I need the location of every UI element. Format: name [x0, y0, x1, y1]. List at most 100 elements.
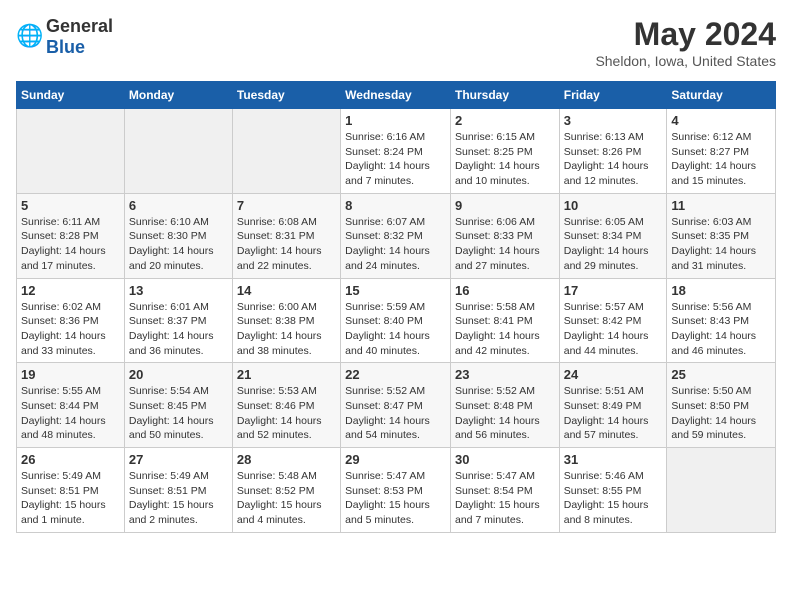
day-number: 7: [237, 198, 336, 213]
location-subtitle: Sheldon, Iowa, United States: [595, 53, 776, 69]
calendar-cell: 11 Sunrise: 6:03 AM Sunset: 8:35 PM Dayli…: [667, 193, 776, 278]
day-of-week-header: Wednesday: [341, 82, 451, 109]
day-number: 6: [129, 198, 228, 213]
day-number: 29: [345, 452, 446, 467]
calendar-cell: 16Sunrise: 5:58 AM Sunset: 8:41 PM Dayli…: [450, 278, 559, 363]
day-number: 8: [345, 198, 446, 213]
logo: 🌐 General Blue: [16, 16, 113, 58]
day-of-week-header: Sunday: [17, 82, 125, 109]
day-info: Sunrise: 5:50 AM Sunset: 8:50 PM Dayligh…: [671, 384, 771, 443]
day-info: Sunrise: 6:12 AM Sunset: 8:27 PM Dayligh…: [671, 130, 771, 189]
calendar-cell: 6 Sunrise: 6:10 AM Sunset: 8:30 PM Daylig…: [124, 193, 232, 278]
logo-blue: Blue: [46, 37, 85, 57]
calendar-week-row: 5Sunrise: 6:11 AM Sunset: 8:28 PM Daylig…: [17, 193, 776, 278]
day-info: Sunrise: 5:52 AM Sunset: 8:48 PM Dayligh…: [455, 384, 555, 443]
day-number: 10: [564, 198, 663, 213]
day-info: Sunrise: 6:00 AM Sunset: 8:38 PM Dayligh…: [237, 300, 336, 359]
calendar-week-row: 26 Sunrise: 5:49 AM Sunset: 8:51 PM Dayli…: [17, 448, 776, 533]
calendar-cell: 14 Sunrise: 6:00 AM Sunset: 8:38 PM Dayli…: [232, 278, 340, 363]
day-info: Sunrise: 6:08 AM Sunset: 8:31 PM Dayligh…: [237, 215, 336, 274]
calendar-cell: [667, 448, 776, 533]
day-info: Sunrise: 5:57 AM Sunset: 8:42 PM Dayligh…: [564, 300, 663, 359]
calendar-week-row: 19 Sunrise: 5:55 AM Sunset: 8:44 PM Dayli…: [17, 363, 776, 448]
day-number: 15: [345, 283, 446, 298]
calendar-cell: 15 Sunrise: 5:59 AM Sunset: 8:40 PM Dayli…: [341, 278, 451, 363]
day-info: Sunrise: 6:01 AM Sunset: 8:37 PM Dayligh…: [129, 300, 228, 359]
day-number: 9: [455, 198, 555, 213]
calendar-cell: 17 Sunrise: 5:57 AM Sunset: 8:42 PM Dayli…: [559, 278, 667, 363]
day-number: 14: [237, 283, 336, 298]
day-info: Sunrise: 5:55 AM Sunset: 8:44 PM Dayligh…: [21, 384, 120, 443]
calendar-cell: [124, 109, 232, 194]
day-info: Sunrise: 5:48 AM Sunset: 8:52 PM Dayligh…: [237, 469, 336, 528]
day-number: 22: [345, 367, 446, 382]
calendar-cell: 20 Sunrise: 5:54 AM Sunset: 8:45 PM Dayli…: [124, 363, 232, 448]
calendar-cell: 8Sunrise: 6:07 AM Sunset: 8:32 PM Daylig…: [341, 193, 451, 278]
day-number: 27: [129, 452, 228, 467]
calendar-cell: 23 Sunrise: 5:52 AM Sunset: 8:48 PM Dayli…: [450, 363, 559, 448]
day-info: Sunrise: 6:10 AM Sunset: 8:30 PM Dayligh…: [129, 215, 228, 274]
day-number: 2: [455, 113, 555, 128]
day-number: 25: [671, 367, 771, 382]
day-number: 11: [671, 198, 771, 213]
calendar-cell: 3 Sunrise: 6:13 AM Sunset: 8:26 PM Daylig…: [559, 109, 667, 194]
day-number: 24: [564, 367, 663, 382]
calendar-cell: 24Sunrise: 5:51 AM Sunset: 8:49 PM Dayli…: [559, 363, 667, 448]
day-of-week-header: Thursday: [450, 82, 559, 109]
day-info: Sunrise: 6:15 AM Sunset: 8:25 PM Dayligh…: [455, 130, 555, 189]
day-info: Sunrise: 5:46 AM Sunset: 8:55 PM Dayligh…: [564, 469, 663, 528]
day-info: Sunrise: 6:05 AM Sunset: 8:34 PM Dayligh…: [564, 215, 663, 274]
day-number: 17: [564, 283, 663, 298]
page-header: 🌐 General Blue May 2024 Sheldon, Iowa, U…: [16, 16, 776, 69]
day-info: Sunrise: 5:59 AM Sunset: 8:40 PM Dayligh…: [345, 300, 446, 359]
calendar-cell: 18Sunrise: 5:56 AM Sunset: 8:43 PM Dayli…: [667, 278, 776, 363]
calendar-cell: 10 Sunrise: 6:05 AM Sunset: 8:34 PM Dayli…: [559, 193, 667, 278]
calendar-cell: 9Sunrise: 6:06 AM Sunset: 8:33 PM Daylig…: [450, 193, 559, 278]
day-number: 30: [455, 452, 555, 467]
day-info: Sunrise: 5:47 AM Sunset: 8:54 PM Dayligh…: [455, 469, 555, 528]
calendar-cell: 2 Sunrise: 6:15 AM Sunset: 8:25 PM Daylig…: [450, 109, 559, 194]
calendar-cell: 5Sunrise: 6:11 AM Sunset: 8:28 PM Daylig…: [17, 193, 125, 278]
day-number: 23: [455, 367, 555, 382]
day-number: 16: [455, 283, 555, 298]
calendar-cell: 28 Sunrise: 5:48 AM Sunset: 8:52 PM Dayli…: [232, 448, 340, 533]
calendar-cell: 7 Sunrise: 6:08 AM Sunset: 8:31 PM Daylig…: [232, 193, 340, 278]
day-number: 21: [237, 367, 336, 382]
calendar-cell: 25 Sunrise: 5:50 AM Sunset: 8:50 PM Dayli…: [667, 363, 776, 448]
day-info: Sunrise: 6:02 AM Sunset: 8:36 PM Dayligh…: [21, 300, 120, 359]
day-of-week-header: Tuesday: [232, 82, 340, 109]
calendar-cell: 21Sunrise: 5:53 AM Sunset: 8:46 PM Dayli…: [232, 363, 340, 448]
day-number: 1: [345, 113, 446, 128]
calendar-week-row: 12Sunrise: 6:02 AM Sunset: 8:36 PM Dayli…: [17, 278, 776, 363]
calendar-cell: 31Sunrise: 5:46 AM Sunset: 8:55 PM Dayli…: [559, 448, 667, 533]
day-info: Sunrise: 5:49 AM Sunset: 8:51 PM Dayligh…: [21, 469, 120, 528]
day-info: Sunrise: 6:13 AM Sunset: 8:26 PM Dayligh…: [564, 130, 663, 189]
day-info: Sunrise: 6:16 AM Sunset: 8:24 PM Dayligh…: [345, 130, 446, 189]
day-number: 5: [21, 198, 120, 213]
calendar-cell: 27 Sunrise: 5:49 AM Sunset: 8:51 PM Dayli…: [124, 448, 232, 533]
day-number: 28: [237, 452, 336, 467]
day-number: 20: [129, 367, 228, 382]
svg-text:🌐: 🌐: [16, 23, 43, 48]
calendar-table: SundayMondayTuesdayWednesdayThursdayFrid…: [16, 81, 776, 533]
title-block: May 2024 Sheldon, Iowa, United States: [595, 16, 776, 69]
day-info: Sunrise: 5:49 AM Sunset: 8:51 PM Dayligh…: [129, 469, 228, 528]
day-info: Sunrise: 5:47 AM Sunset: 8:53 PM Dayligh…: [345, 469, 446, 528]
day-number: 26: [21, 452, 120, 467]
day-of-week-header: Saturday: [667, 82, 776, 109]
calendar-week-row: 1 Sunrise: 6:16 AM Sunset: 8:24 PM Daylig…: [17, 109, 776, 194]
day-info: Sunrise: 6:03 AM Sunset: 8:35 PM Dayligh…: [671, 215, 771, 274]
calendar-cell: 13 Sunrise: 6:01 AM Sunset: 8:37 PM Dayli…: [124, 278, 232, 363]
logo-icon: 🌐: [16, 23, 44, 51]
day-number: 3: [564, 113, 663, 128]
day-info: Sunrise: 5:54 AM Sunset: 8:45 PM Dayligh…: [129, 384, 228, 443]
calendar-cell: 12Sunrise: 6:02 AM Sunset: 8:36 PM Dayli…: [17, 278, 125, 363]
day-of-week-header: Monday: [124, 82, 232, 109]
logo-general: General: [46, 16, 113, 36]
day-of-week-header: Friday: [559, 82, 667, 109]
day-number: 19: [21, 367, 120, 382]
day-number: 13: [129, 283, 228, 298]
calendar-cell: 4Sunrise: 6:12 AM Sunset: 8:27 PM Daylig…: [667, 109, 776, 194]
calendar-cell: [232, 109, 340, 194]
calendar-cell: 26 Sunrise: 5:49 AM Sunset: 8:51 PM Dayli…: [17, 448, 125, 533]
